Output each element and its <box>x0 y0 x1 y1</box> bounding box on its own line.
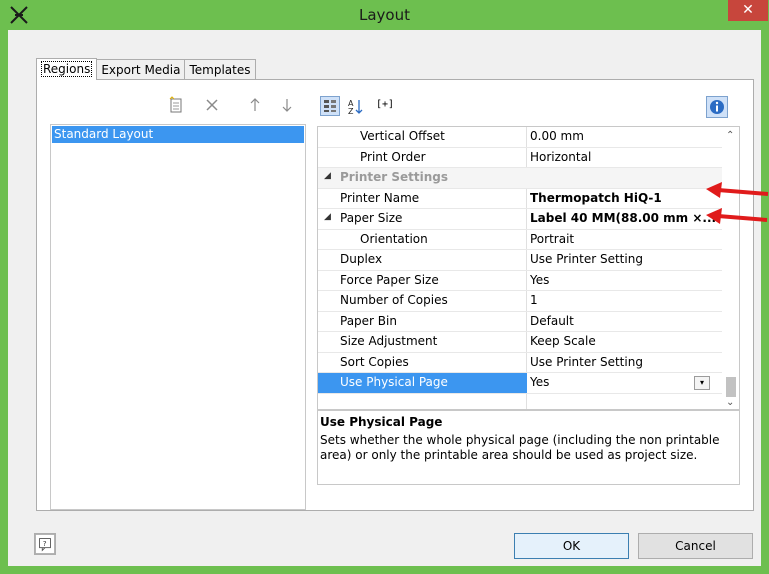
tab-templates[interactable]: Templates <box>184 59 256 80</box>
description-text: Sets whether the whole physical page (in… <box>320 433 720 462</box>
cancel-button[interactable]: Cancel <box>638 533 753 559</box>
annotation-arrow-printer-name <box>706 182 769 198</box>
dropdown-icon[interactable]: ▾ <box>694 376 710 390</box>
property-grid-scrollbar[interactable]: ⌃ ⌄ <box>722 127 739 409</box>
property-description: Use Physical Page Sets whether the whole… <box>317 410 740 485</box>
property-name: Size Adjustment <box>340 334 438 348</box>
property-name: Paper Size <box>340 211 403 225</box>
property-name: Printer Settings <box>340 170 448 184</box>
property-row[interactable]: Number of Copies 1 <box>318 291 722 312</box>
svg-text:?: ? <box>43 539 47 548</box>
property-value[interactable]: Yes <box>530 375 549 389</box>
property-grid[interactable]: Vertical Offset 0.00 mm Print Order Horizon… <box>317 126 740 410</box>
property-row[interactable]: Use Physical Page Yes ▾ <box>318 373 722 394</box>
property-value[interactable]: Default <box>530 314 574 328</box>
dialog-window: Layout ✕ Regions Export Media Templates … <box>0 0 769 574</box>
tab-strip: Regions Export Media Templates <box>36 58 256 80</box>
collapse-icon[interactable]: ◢ <box>324 171 331 181</box>
property-name: Print Order <box>360 149 426 164</box>
property-value[interactable]: Label 40 MM(88.00 mm ×... <box>530 211 716 225</box>
property-value[interactable]: 0.00 mm <box>530 129 584 143</box>
property-name: Vertical Offset <box>360 129 445 143</box>
property-name: Printer Name <box>340 190 420 205</box>
scroll-thumb[interactable] <box>726 377 736 397</box>
property-name: Number of Copies <box>340 293 448 307</box>
property-name: Duplex <box>340 252 383 266</box>
layout-list[interactable]: Standard Layout <box>50 124 306 510</box>
property-row[interactable]: Paper Bin Default <box>318 312 722 332</box>
property-value[interactable]: 1 <box>530 293 538 307</box>
annotation-arrow-paper-size <box>706 208 768 224</box>
help-icon[interactable]: ? <box>34 533 56 555</box>
property-row[interactable]: ◢ Paper Size Label 40 MM(88.00 mm ×... <box>318 209 722 230</box>
ok-button[interactable]: OK <box>514 533 629 559</box>
property-row[interactable]: Size Adjustment Keep Scale <box>318 332 722 353</box>
property-row[interactable]: Printer Name Thermopatch HiQ-1 <box>318 189 722 209</box>
property-row[interactable]: Duplex Use Printer Setting <box>318 250 722 271</box>
value-editor[interactable] <box>527 373 722 393</box>
scroll-up-icon[interactable]: ⌃ <box>726 130 734 141</box>
property-value[interactable]: Portrait <box>530 232 574 246</box>
property-row[interactable]: Vertical Offset 0.00 mm <box>318 127 722 148</box>
property-value[interactable]: Keep Scale <box>530 334 596 348</box>
property-value[interactable]: Thermopatch HiQ-1 <box>530 191 662 205</box>
property-row[interactable]: Sort Copies Use Printer Setting <box>318 353 722 373</box>
description-title: Use Physical Page <box>320 415 443 429</box>
property-value[interactable]: Use Printer Setting <box>530 252 643 266</box>
list-item-standard-layout[interactable]: Standard Layout <box>52 126 304 143</box>
info-icon[interactable] <box>706 96 728 118</box>
expand-all-button[interactable]: [+] <box>376 99 394 110</box>
property-name: Use Physical Page <box>340 375 448 389</box>
window-title: Layout <box>359 6 410 24</box>
move-down-icon[interactable] <box>278 96 296 114</box>
title-bar: Layout ✕ <box>0 0 769 30</box>
new-item-icon[interactable] <box>167 96 185 114</box>
tab-regions-label: Regions <box>41 61 93 77</box>
property-value[interactable]: Horizontal <box>530 150 591 164</box>
property-row[interactable]: Orientation Portrait <box>318 230 722 250</box>
sort-az-icon[interactable]: A Z <box>347 98 365 116</box>
property-name: Paper Bin <box>340 313 397 328</box>
property-name: Sort Copies <box>340 354 409 369</box>
delete-icon[interactable] <box>203 96 221 114</box>
property-name: Orientation <box>360 231 428 246</box>
property-name: Force Paper Size <box>340 272 439 287</box>
tab-export-media[interactable]: Export Media <box>96 59 186 80</box>
tab-regions[interactable]: Regions <box>36 58 98 80</box>
collapse-icon[interactable]: ◢ <box>324 212 331 222</box>
property-row[interactable]: Force Paper Size Yes <box>318 271 722 291</box>
property-value[interactable]: Yes <box>530 273 549 287</box>
categorized-view-icon[interactable] <box>320 96 340 116</box>
svg-text:Z: Z <box>348 107 354 116</box>
property-row[interactable]: Print Order Horizontal <box>318 148 722 168</box>
property-value[interactable]: Use Printer Setting <box>530 355 643 369</box>
move-up-icon[interactable] <box>246 96 264 114</box>
scroll-down-icon[interactable]: ⌄ <box>726 397 734 408</box>
close-button[interactable]: ✕ <box>728 0 768 21</box>
property-row[interactable]: ◢ Printer Settings <box>318 168 722 189</box>
